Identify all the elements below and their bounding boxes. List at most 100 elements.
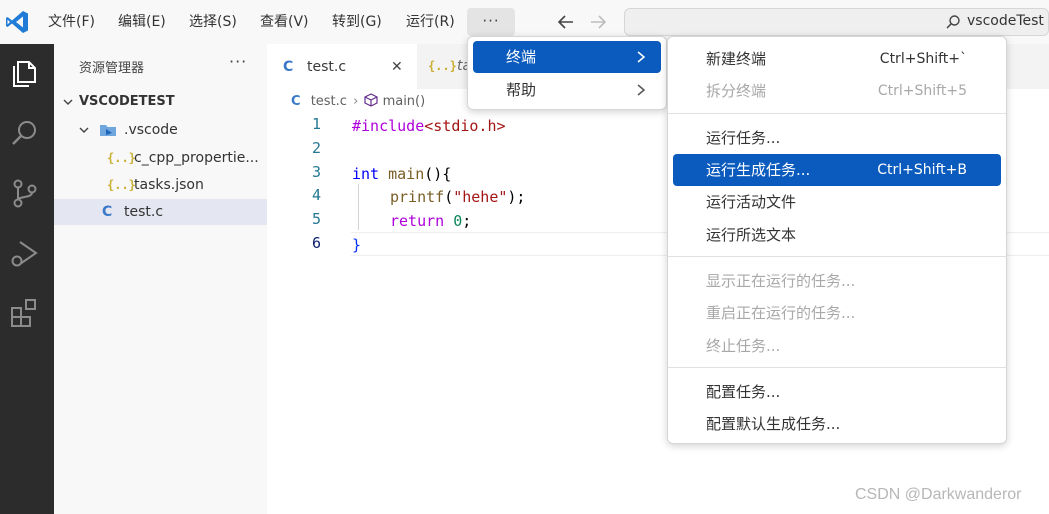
menu-file[interactable]: 文件(F) — [48, 11, 95, 33]
menu-item-label: 运行活动文件 — [706, 193, 797, 211]
tree-file-c-cpp-properties[interactable]: {..} c_cpp_propertie... — [54, 145, 267, 171]
menu-go[interactable]: 转到(G) — [332, 11, 382, 33]
breadcrumb-file[interactable]: test.c — [311, 94, 347, 109]
menu-item-label: 运行任务... — [706, 129, 781, 147]
menu-run[interactable]: 运行(R) — [406, 11, 455, 33]
tab-label: test.c — [307, 59, 347, 75]
explorer-title: 资源管理器 — [79, 61, 145, 76]
explorer-more-button[interactable]: ··· — [229, 52, 247, 71]
extensions-icon[interactable] — [8, 296, 42, 330]
menu-edit[interactable]: 编辑(E) — [118, 11, 166, 33]
chevron-right-icon — [637, 51, 646, 63]
line-number: 3 — [311, 163, 321, 181]
explorer-icon[interactable] — [8, 56, 42, 90]
menu-item-restart-running-task: 重启正在运行的任务... — [673, 297, 1001, 329]
code-line[interactable]: printf("hehe"); — [390, 186, 525, 209]
code-token: printf — [390, 188, 445, 206]
tree-file-test-c[interactable]: C test.c — [54, 199, 267, 225]
search-activity-icon[interactable] — [8, 116, 42, 150]
forward-arrow-icon[interactable] — [586, 10, 610, 34]
menu-item-label: 配置任务... — [706, 383, 781, 401]
line-number: 4 — [311, 186, 321, 204]
code-token: ( — [444, 188, 454, 206]
tree-root-folder[interactable]: VSCODETEST — [54, 89, 267, 115]
menu-item-label: 运行生成任务... — [706, 161, 811, 179]
line-number: 6 — [311, 234, 321, 252]
code-line[interactable]: #include<stdio.h> — [352, 115, 506, 138]
menu-item-shortcut: Ctrl+Shift+5 — [877, 83, 967, 99]
menu-item-run-selected-text[interactable]: 运行所选文本 — [673, 219, 1001, 251]
line-number: 5 — [311, 210, 321, 228]
code-token: main — [379, 165, 425, 183]
vscode-logo-icon — [6, 11, 28, 33]
code-token: ); — [507, 188, 526, 206]
menu-item-label: 新建终端 — [706, 50, 767, 68]
menu-item-split-terminal: 拆分终端 Ctrl+Shift+5 — [673, 75, 1001, 107]
code-line[interactable]: } — [352, 234, 361, 257]
menu-item-configure-default-build-task[interactable]: 配置默认生成任务... — [673, 408, 1001, 440]
breadcrumb-symbol[interactable]: main() — [383, 94, 426, 109]
close-icon[interactable]: ✕ — [391, 45, 403, 89]
watermark: CSDN @Darkwanderor — [855, 486, 1022, 503]
tree-file-label: c_cpp_propertie... — [134, 150, 259, 166]
code-token: "hehe" — [453, 188, 508, 206]
command-center-text: vscodeTest — [967, 13, 1044, 29]
chevron-right-icon — [637, 84, 646, 96]
menu-item-label: 显示正在运行的任务... — [706, 272, 856, 290]
menu-item-label: 配置默认生成任务... — [706, 415, 841, 433]
terminal-submenu: 新建终端 Ctrl+Shift+` 拆分终端 Ctrl+Shift+5 运行任务… — [667, 36, 1007, 444]
menu-separator — [668, 256, 1006, 257]
menu-item-shortcut: Ctrl+Shift+` — [879, 51, 967, 67]
tree-file-label: test.c — [124, 204, 164, 220]
menu-selection[interactable]: 选择(S) — [189, 11, 237, 33]
code-line[interactable]: int main(){ — [352, 163, 451, 186]
menu-item-label: 终止任务... — [706, 337, 781, 355]
more-menus-button[interactable]: ··· — [467, 8, 515, 36]
menu-item-terminal[interactable]: 终端 — [473, 41, 661, 73]
tree-file-label: tasks.json — [134, 177, 204, 193]
source-control-icon[interactable] — [8, 176, 42, 210]
code-token: } — [352, 236, 362, 254]
menu-item-help[interactable]: 帮助 — [473, 74, 661, 106]
menu-item-run-build-task[interactable]: 运行生成任务... Ctrl+Shift+B — [673, 154, 1001, 186]
menu-item-label: 重启正在运行的任务... — [706, 304, 856, 322]
c-file-icon: C — [283, 59, 294, 75]
c-file-icon: C — [291, 94, 301, 109]
menu-item-label: 拆分终端 — [706, 82, 767, 100]
line-number: 2 — [311, 139, 321, 157]
code-token: int — [352, 165, 380, 183]
c-file-icon: C — [102, 204, 113, 220]
tree-root-label: VSCODETEST — [79, 94, 175, 109]
menu-item-label: 帮助 — [506, 81, 537, 99]
search-icon — [946, 15, 960, 29]
menu-separator — [668, 367, 1006, 368]
indent-guide — [358, 184, 359, 230]
menu-item-shortcut: Ctrl+Shift+B — [877, 162, 967, 178]
menu-view[interactable]: 查看(V) — [260, 11, 309, 33]
menu-item-configure-tasks[interactable]: 配置任务... — [673, 376, 1001, 408]
tab-test-c[interactable]: C test.c ✕ — [267, 44, 417, 89]
code-token: #include — [352, 117, 425, 135]
menu-item-new-terminal[interactable]: 新建终端 Ctrl+Shift+` — [673, 43, 1001, 75]
tree-folder-vscode[interactable]: .vscode — [54, 117, 267, 143]
line-number: 1 — [311, 115, 321, 133]
code-token: return — [390, 212, 445, 230]
explorer-sidebar: 资源管理器 ··· VSCODETEST .vscode {..} c_cpp_… — [54, 44, 267, 514]
tree-file-tasks-json[interactable]: {..} tasks.json — [54, 172, 267, 198]
command-center-search[interactable]: vscodeTest — [624, 8, 1049, 36]
json-file-icon: {..} — [107, 178, 136, 192]
tree-folder-label: .vscode — [124, 122, 178, 138]
menu-item-run-task[interactable]: 运行任务... — [673, 122, 1001, 154]
menu-item-run-active-file[interactable]: 运行活动文件 — [673, 186, 1001, 218]
menu-item-label: 运行所选文本 — [706, 226, 797, 244]
back-arrow-icon[interactable] — [554, 10, 578, 34]
run-debug-icon[interactable] — [8, 236, 42, 270]
json-file-icon: {..} — [428, 59, 457, 73]
chevron-down-icon — [79, 127, 89, 133]
code-line[interactable]: return 0; — [390, 210, 471, 233]
menu-item-terminate-task: 终止任务... — [673, 330, 1001, 362]
activity-bar — [0, 44, 54, 514]
more-menus-dropdown: 终端 帮助 — [467, 36, 667, 110]
menu-item-label: 终端 — [506, 48, 537, 66]
vscode-folder-icon — [100, 125, 116, 136]
